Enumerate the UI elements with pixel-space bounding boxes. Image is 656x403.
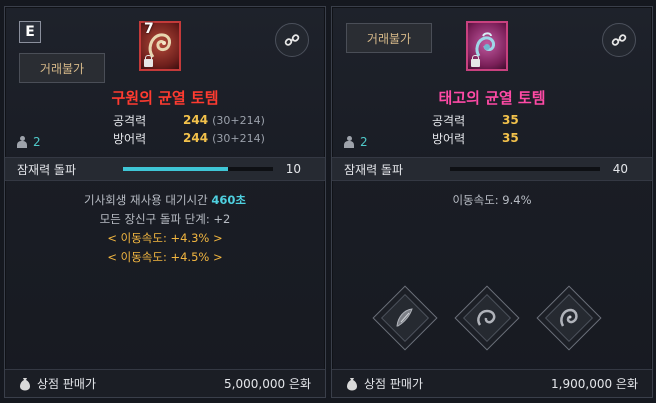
stats-block: 공격력 244 (30+214) 방어력 244 (30+214) (113, 111, 265, 147)
stat-value: 244 (183, 113, 209, 127)
stat-value: 35 (502, 131, 519, 145)
effects-list: 기사회생 재사용 대기시간 460초 모든 장신구 돌파 단계: +2 < 이동… (5, 191, 325, 267)
person-icon (344, 136, 354, 148)
footer-label: 상점 판매가 (37, 377, 97, 391)
money-bag-icon (347, 377, 357, 390)
person-icon (17, 136, 27, 148)
effect-text: 기사회생 재사용 대기시간 (84, 193, 212, 207)
stat-label: 방어력 (113, 131, 147, 146)
user-count: 2 (17, 135, 41, 149)
footer-price: 5,000,000 은화 (224, 377, 311, 391)
section-label: 잠재력 돌파 (17, 162, 77, 177)
effect-breakthrough: 모든 장신구 돌파 단계: +2 (99, 212, 231, 226)
item-tooltip-right: 거래불가 태고의 균열 토템 공격력 35 방어력 35 2 잠재력 돌파 40… (331, 6, 653, 398)
grade-badge: E (19, 21, 41, 43)
sell-price-footer: 상점 판매가 5,000,000 은화 (5, 369, 325, 397)
item-name: 구원의 균열 토템 (111, 89, 219, 107)
lock-icon (471, 55, 480, 67)
stat-row-attack: 공격력 244 (30+214) (113, 111, 265, 129)
trade-status-badge: 거래불가 (19, 53, 105, 83)
effect-speed: 이동속도: 9.4% (452, 193, 532, 207)
footer-label: 상점 판매가 (364, 377, 424, 391)
user-count-value: 2 (33, 135, 41, 149)
totem-icon: 7 (139, 21, 181, 71)
stat-label: 공격력 (113, 113, 147, 128)
link-button[interactable] (275, 23, 309, 57)
stat-label: 방어력 (432, 131, 466, 146)
section-value: 10 (285, 162, 301, 176)
effect-speed-1: < 이동속도: +4.3% > (107, 231, 223, 245)
link-icon (611, 34, 627, 46)
section-value: 40 (612, 162, 628, 176)
section-label: 잠재력 돌파 (344, 162, 404, 177)
potential-breakthrough-bar: 잠재력 돌파 10 (5, 157, 325, 181)
progress-track (123, 167, 273, 171)
user-count: 2 (344, 135, 368, 149)
relic-icon (396, 308, 413, 327)
stat-row-attack: 공격력 35 (432, 111, 519, 129)
relic-slot-1[interactable] (372, 285, 438, 351)
relic-icon (477, 309, 496, 326)
relic-slot-2[interactable] (454, 285, 520, 351)
item-tooltip-left: E 거래불가 7 구원의 균열 토템 공격력 244 (30+214) 방어력 … (4, 6, 326, 398)
stat-breakdown: (30+214) (212, 131, 265, 145)
effects-list: 이동속도: 9.4% (332, 191, 652, 210)
relic-slot-3[interactable] (536, 285, 602, 351)
trade-status-badge: 거래불가 (346, 23, 432, 53)
progress-track (450, 167, 600, 171)
link-button[interactable] (602, 23, 636, 57)
money-bag-icon (20, 377, 30, 390)
link-icon (284, 34, 300, 46)
stats-block: 공격력 35 방어력 35 (432, 111, 519, 147)
user-count-value: 2 (360, 135, 368, 149)
footer-price: 1,900,000 은화 (551, 377, 638, 391)
stat-breakdown: (30+214) (212, 113, 265, 127)
stat-row-defense: 방어력 244 (30+214) (113, 129, 265, 147)
totem-icon (466, 21, 508, 71)
relic-slots (372, 285, 602, 351)
lock-icon (144, 55, 153, 67)
stat-value: 35 (502, 113, 519, 127)
effect-speed-2: < 이동속도: +4.5% > (107, 250, 223, 264)
effect-cooldown: 기사회생 재사용 대기시간 460초 (5, 191, 325, 210)
potential-breakthrough-bar: 잠재력 돌파 40 (332, 157, 652, 181)
effect-highlight: 460초 (211, 193, 246, 207)
sell-price-footer: 상점 판매가 1,900,000 은화 (332, 369, 652, 397)
relic-icon (560, 308, 578, 327)
progress-fill (123, 167, 228, 171)
stat-value: 244 (183, 131, 209, 145)
stat-label: 공격력 (432, 113, 466, 128)
item-name: 태고의 균열 토템 (438, 89, 546, 107)
stat-row-defense: 방어력 35 (432, 129, 519, 147)
item-level: 7 (144, 21, 154, 37)
